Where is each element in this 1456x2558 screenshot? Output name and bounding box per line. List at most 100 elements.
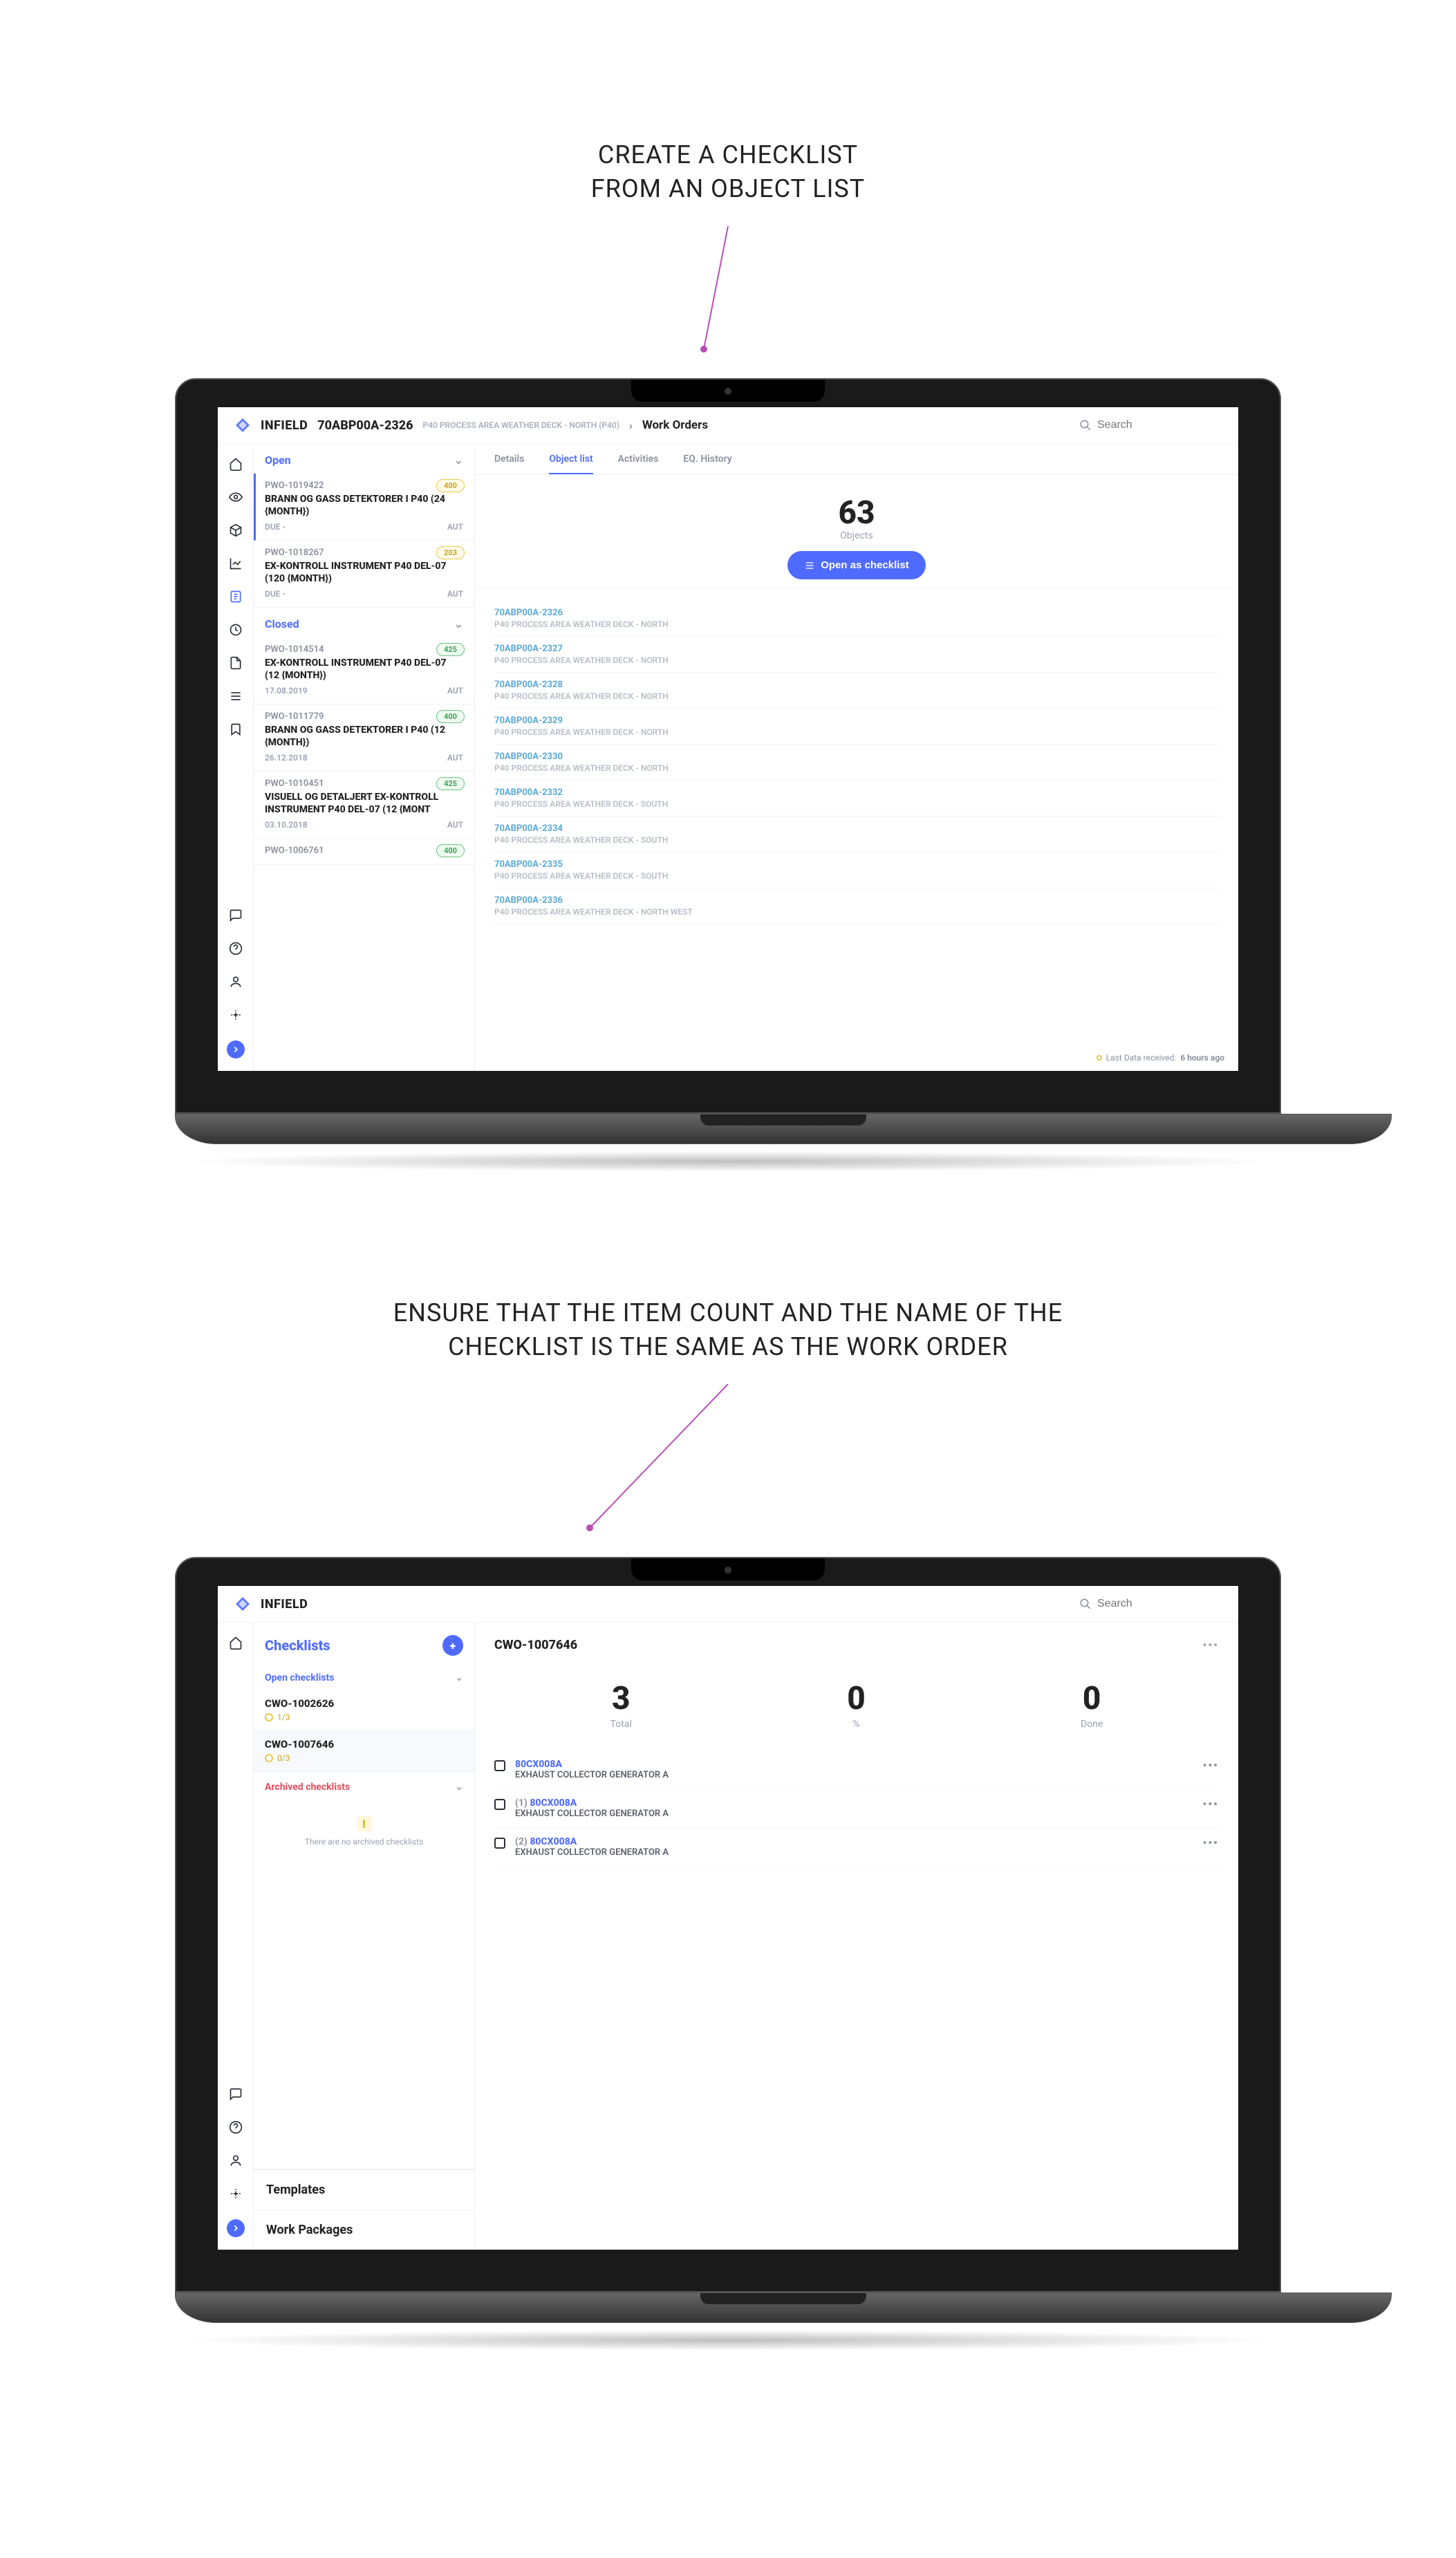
object-count-block: 63 Objects Open as checklist — [475, 475, 1238, 588]
object-id: 70ABP00A-2328 — [494, 680, 1219, 690]
object-row[interactable]: 70ABP00A-2335P40 PROCESS AREA WEATHER DE… — [494, 852, 1219, 888]
checklist-row-subtitle: EXHAUST COLLECTOR GENERATOR A — [515, 1847, 1193, 1858]
clock-icon[interactable] — [228, 622, 243, 637]
tab-details[interactable]: Details — [494, 454, 524, 474]
object-count-label: Objects — [475, 530, 1238, 541]
collapse-rail-icon[interactable] — [227, 2219, 245, 2237]
chart-icon[interactable] — [228, 556, 243, 571]
user-icon[interactable] — [228, 974, 243, 989]
checklist-row: 80CX008AEXHAUST COLLECTOR GENERATOR A••• — [494, 1751, 1219, 1789]
brand-logo-icon — [234, 1596, 251, 1612]
stat-done-value: 0 — [1081, 1680, 1103, 1717]
bookmark-icon[interactable] — [228, 722, 243, 737]
object-row[interactable]: 70ABP00A-2329P40 PROCESS AREA WEATHER DE… — [494, 709, 1219, 745]
checkbox[interactable] — [494, 1799, 505, 1810]
list-icon[interactable] — [228, 689, 243, 704]
object-id: 70ABP00A-2332 — [494, 787, 1219, 798]
document-icon[interactable] — [228, 655, 243, 671]
open-as-checklist-button[interactable]: Open as checklist — [787, 551, 926, 579]
tab-eq-history[interactable]: EQ. History — [683, 454, 731, 474]
main-panel: Details Object list Activities EQ. Histo… — [475, 444, 1238, 1071]
stat-percent-label: % — [847, 1719, 866, 1730]
row-more-icon[interactable]: ••• — [1202, 1798, 1219, 1811]
checklist-items: 80CX008AEXHAUST COLLECTOR GENERATOR A•••… — [475, 1744, 1238, 1874]
checklist-item-id: CWO-1002626 — [265, 1697, 463, 1710]
work-order-card[interactable]: 400PWO-1006761 — [254, 839, 474, 865]
row-more-icon[interactable]: ••• — [1202, 1759, 1219, 1772]
breadcrumb-last[interactable]: Work Orders — [642, 418, 708, 432]
object-row[interactable]: 70ABP00A-2336P40 PROCESS AREA WEATHER DE… — [494, 888, 1219, 924]
checklist-row-title[interactable]: (1) 80CX008A — [515, 1798, 1193, 1809]
tab-object-list[interactable]: Object list — [549, 454, 592, 474]
stat-done-label: Done — [1081, 1719, 1103, 1730]
section-open[interactable]: Open ⌄ — [254, 444, 474, 474]
open-as-checklist-label: Open as checklist — [821, 559, 909, 571]
chevron-down-icon: ⌄ — [454, 454, 463, 467]
checklist-icon[interactable] — [228, 589, 243, 604]
tab-activities[interactable]: Activities — [618, 454, 659, 474]
nav-work-packages[interactable]: Work Packages — [254, 2210, 474, 2250]
message-icon[interactable] — [228, 2086, 243, 2102]
eye-icon[interactable] — [228, 489, 243, 505]
progress-ring-icon — [265, 1713, 273, 1721]
checklist-sidebar-item[interactable]: CWO-10076460/3 — [254, 1731, 474, 1772]
object-row[interactable]: 70ABP00A-2332P40 PROCESS AREA WEATHER DE… — [494, 781, 1219, 816]
section-open-checklists[interactable]: Open checklists ⌄ — [254, 1663, 474, 1690]
data-freshness: Last Data received: 6 hours ago — [1096, 1053, 1224, 1063]
work-order-card[interactable]: 425PWO-1010451VISUELL OG DETALJERT EX-KO… — [254, 772, 474, 839]
user-icon[interactable] — [228, 2153, 243, 2168]
progress-ring-icon — [265, 1754, 273, 1762]
work-order-card[interactable]: 203PWO-1018267EX-KONTROLL INSTRUMENT P40… — [254, 541, 474, 608]
collapse-rail-icon[interactable] — [227, 1040, 245, 1058]
annotation-2-line1: ENSURE THAT THE ITEM COUNT AND THE NAME … — [41, 1296, 1415, 1330]
status-value: 6 hours ago — [1180, 1053, 1224, 1063]
section-open-label: Open — [265, 454, 291, 467]
search-input[interactable] — [1097, 419, 1222, 431]
settings-icon[interactable] — [228, 2186, 243, 2201]
object-id: 70ABP00A-2326 — [494, 608, 1219, 618]
work-order-due: DUE - — [265, 589, 286, 599]
help-icon[interactable] — [228, 2120, 243, 2135]
breadcrumb-sub: P40 PROCESS AREA WEATHER DECK - NORTH (P… — [422, 420, 619, 430]
open-work-orders: 400PWO-1019422BRANN OG GASS DETEKTORER I… — [254, 474, 474, 608]
checklist-sidebar-item[interactable]: CWO-10026261/3 — [254, 1690, 474, 1731]
object-row[interactable]: 70ABP00A-2328P40 PROCESS AREA WEATHER DE… — [494, 673, 1219, 709]
more-menu-icon[interactable]: ••• — [1202, 1639, 1219, 1652]
checklist-row-prefix: (2) — [515, 1836, 530, 1847]
brand-logo-icon — [234, 417, 251, 433]
add-checklist-button[interactable]: + — [442, 1635, 463, 1656]
checkbox[interactable] — [494, 1760, 505, 1771]
search-input[interactable] — [1097, 1598, 1222, 1610]
laptop-1: INFIELD 70ABP00A-2326 P40 PROCESS AREA W… — [175, 378, 1281, 1172]
chevron-down-icon: ⌄ — [455, 1782, 463, 1793]
work-order-card[interactable]: 400PWO-1019422BRANN OG GASS DETEKTORER I… — [254, 474, 474, 541]
checklist-row-title[interactable]: (2) 80CX008A — [515, 1836, 1193, 1847]
search-icon — [1079, 1598, 1092, 1610]
checklist-stats: 3Total 0% 0Done — [475, 1659, 1238, 1744]
work-order-discipline: AUT — [447, 753, 463, 763]
nav-templates[interactable]: Templates — [254, 2169, 474, 2210]
checkbox[interactable] — [494, 1838, 505, 1849]
home-icon[interactable] — [228, 456, 243, 472]
checklist-row: (1) 80CX008AEXHAUST COLLECTOR GENERATOR … — [494, 1789, 1219, 1828]
settings-icon[interactable] — [228, 1007, 243, 1023]
object-row[interactable]: 70ABP00A-2326P40 PROCESS AREA WEATHER DE… — [494, 601, 1219, 637]
work-order-title: BRANN OG GASS DETEKTORER I P40 (12 {MONT… — [265, 725, 463, 749]
work-order-card[interactable]: 400PWO-1011779BRANN OG GASS DETEKTORER I… — [254, 704, 474, 772]
work-order-title: BRANN OG GASS DETEKTORER I P40 (24 {MONT… — [265, 494, 463, 518]
object-row[interactable]: 70ABP00A-2330P40 PROCESS AREA WEATHER DE… — [494, 745, 1219, 781]
row-more-icon[interactable]: ••• — [1202, 1836, 1219, 1849]
section-archived-checklists[interactable]: Archived checklists ⌄ — [254, 1772, 474, 1800]
work-order-card[interactable]: 425PWO-1014514EX-KONTROLL INSTRUMENT P40… — [254, 637, 474, 704]
object-row[interactable]: 70ABP00A-2334P40 PROCESS AREA WEATHER DE… — [494, 816, 1219, 852]
checklist-row-title[interactable]: 80CX008A — [515, 1759, 1193, 1770]
object-row[interactable]: 70ABP00A-2327P40 PROCESS AREA WEATHER DE… — [494, 637, 1219, 673]
checklist-row: (2) 80CX008AEXHAUST COLLECTOR GENERATOR … — [494, 1828, 1219, 1867]
message-icon[interactable] — [228, 908, 243, 923]
tabs: Details Object list Activities EQ. Histo… — [475, 444, 1238, 475]
breadcrumb-id[interactable]: 70ABP00A-2326 — [317, 418, 413, 433]
help-icon[interactable] — [228, 941, 243, 956]
home-icon[interactable] — [228, 1635, 243, 1650]
section-closed[interactable]: Closed ⌄ — [254, 608, 474, 637]
cube-icon[interactable] — [228, 523, 243, 538]
